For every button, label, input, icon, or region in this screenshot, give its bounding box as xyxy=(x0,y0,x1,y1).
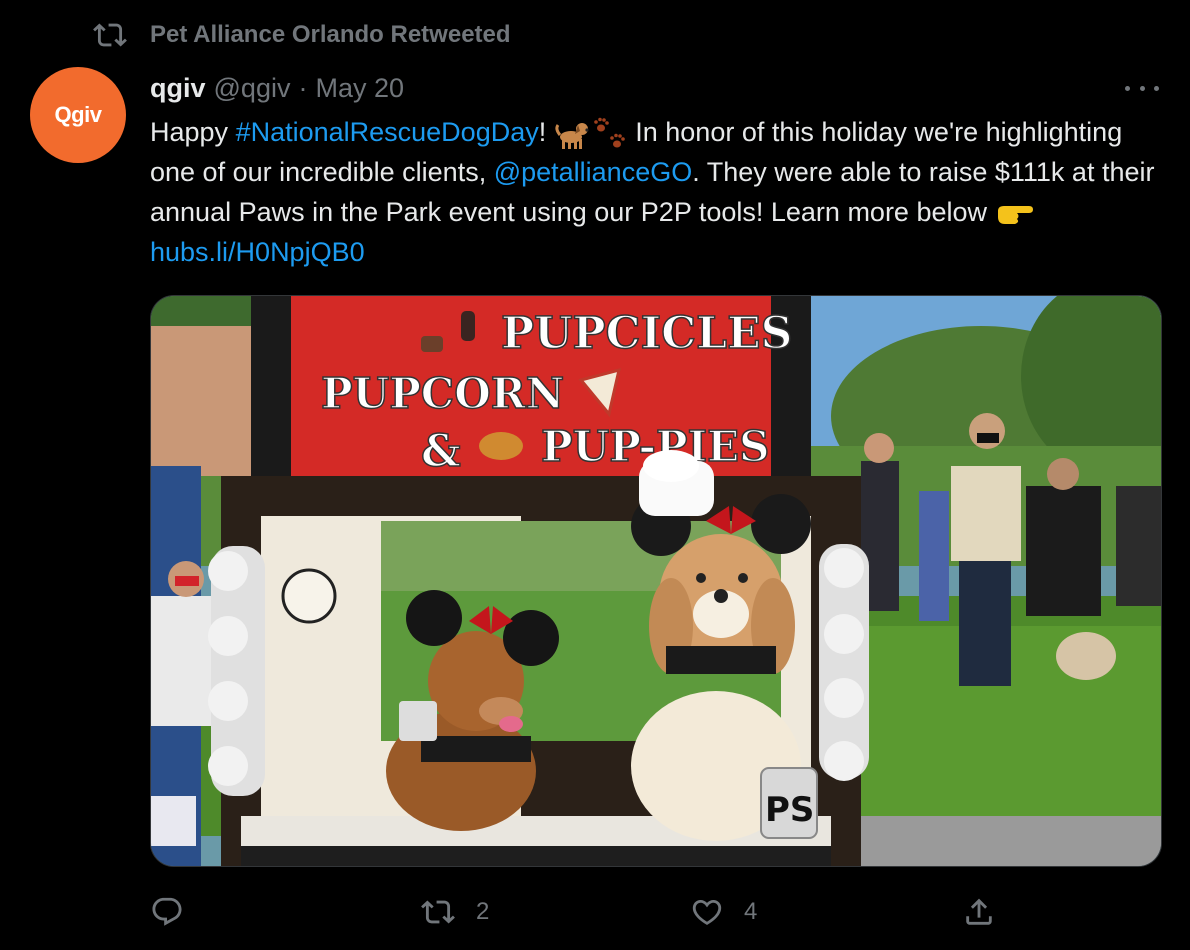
share-button[interactable] xyxy=(962,890,1016,934)
tweet-photo[interactable]: PUPCICLES PUPCORN & PUP-PIES PS xyxy=(150,295,1162,867)
author-handle[interactable]: @qgiv xyxy=(214,73,291,104)
avatar-logo-text: Qgiv xyxy=(54,102,102,127)
avatar[interactable]: Qgiv xyxy=(30,67,126,163)
retweet-banner-text: Pet Alliance Orlando Retweeted xyxy=(150,21,511,48)
reply-icon xyxy=(152,897,182,926)
more-options-icon[interactable] xyxy=(1125,78,1159,98)
hashtag-link[interactable]: #NationalRescueDogDay xyxy=(236,117,539,147)
article-link[interactable]: hubs.li/H0NpjQB0 xyxy=(150,237,365,267)
tweet-header: qgiv @qgiv · May 20 xyxy=(150,70,404,106)
clock-decoration xyxy=(281,568,337,624)
cookie-icon xyxy=(421,336,443,352)
reply-button[interactable] xyxy=(150,890,204,934)
tweet-actions: 2 4 xyxy=(150,890,1000,934)
pie-icon xyxy=(479,432,523,460)
tweet-date[interactable]: May 20 xyxy=(315,73,404,104)
retweet-count: 2 xyxy=(476,898,490,925)
retweet-icon xyxy=(93,23,127,47)
like-button[interactable]: 4 xyxy=(690,890,757,934)
jar-label: PS xyxy=(765,790,814,830)
pupcicle-icon xyxy=(461,311,475,341)
paw-prints-emoji-icon xyxy=(593,117,625,148)
tweet-text-part: ! xyxy=(538,117,554,147)
tweet-text-part: Happy xyxy=(150,117,236,147)
photo-scene: PUPCICLES PUPCORN & PUP-PIES PS xyxy=(151,296,1161,866)
author-name[interactable]: qgiv xyxy=(150,73,206,104)
dog-emoji-icon xyxy=(555,122,589,149)
retweet-action-icon xyxy=(421,900,455,924)
header-separator: · xyxy=(298,72,308,103)
pointing-hand-emoji-icon xyxy=(997,205,1033,224)
sign-text-ampersand: & xyxy=(421,426,461,477)
heart-icon xyxy=(692,899,722,925)
share-icon xyxy=(966,898,992,925)
tweet-text: Happy #NationalRescueDogDay! In honor of… xyxy=(150,112,1160,272)
jar-left xyxy=(399,701,437,741)
retweet-button[interactable]: 2 xyxy=(420,890,489,934)
retweet-banner[interactable]: Pet Alliance Orlando Retweeted xyxy=(92,18,511,52)
like-count: 4 xyxy=(744,898,758,925)
sign-text-pupcorn: PUPCORN xyxy=(321,369,564,418)
mention-link[interactable]: @petallianceGO xyxy=(494,157,693,187)
sign-text-pupcicles: PUPCICLES xyxy=(501,308,792,359)
